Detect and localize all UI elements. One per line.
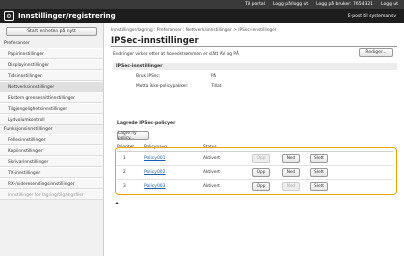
breadcrumb: Innstillinger/lagring : Preferanser : Ne…	[111, 28, 277, 33]
sidebar-item-tx[interactable]: TX-innstillinger	[0, 167, 103, 178]
top-bar: Til portal Logg på/logg ut Logg på bruke…	[0, 0, 404, 9]
page-title: IPSec-innstillinger	[111, 36, 199, 46]
receive-nonpolicy-value: Tillat	[211, 84, 222, 89]
use-ipsec-label: Bruk IPSec:	[136, 74, 161, 79]
portal-link[interactable]: Til portal	[245, 2, 265, 7]
ipsec-section-header: IPSec-innstillinger	[113, 63, 397, 70]
app-title: Innstillinger/registrering	[18, 12, 116, 20]
sidebar-item-time[interactable]: Tidsinnstillinger	[0, 70, 103, 81]
sidebar: Start enheten på nytt Preferanser Papiri…	[0, 23, 104, 256]
sidebar-item-volume[interactable]: Lydvolumkontroll	[0, 114, 103, 125]
sidebar-item-file-storage[interactable]: Innstillinger for lagring/tilgangsfiler	[0, 189, 103, 200]
edit-button[interactable]: Rediger...	[359, 48, 393, 57]
user-prefix: Logg på bruker:	[316, 2, 352, 7]
main-content: Innstillinger/lagring : Preferanser : Ne…	[111, 23, 401, 256]
sidebar-item-network[interactable]: Nettverksinnstillinger	[0, 81, 103, 92]
restart-button[interactable]: Start enheten på nytt	[6, 27, 97, 36]
app-header: ⚙ Innstillinger/registrering E-post til …	[0, 9, 404, 23]
sidebar-item-copy[interactable]: Kopiinnstillinger	[0, 145, 103, 156]
title-divider	[111, 46, 397, 47]
policies-section-header: Lagrede IPSec-policyer	[113, 120, 397, 127]
logout-short-link[interactable]: Logg ut	[381, 2, 398, 7]
restart-notice: Endringer virker etter at hovedstrømmen …	[113, 52, 239, 57]
sidebar-item-common[interactable]: Fellesinnstillinger	[0, 134, 103, 145]
sidebar-item-external-interface[interactable]: Ekstern grensesnittinnstillinger	[0, 92, 103, 103]
add-policy-button[interactable]: Lagre ny policy...	[117, 131, 149, 141]
user-id: 7654321	[353, 2, 374, 7]
use-ipsec-value: På	[211, 74, 217, 79]
sidebar-section-functions: Funksjonsinnstillinger	[4, 127, 53, 132]
sidebar-section-preferences: Preferanser	[4, 41, 30, 46]
sidebar-item-paper[interactable]: Papirinnstillinger	[0, 48, 103, 59]
settings-icon: ⚙	[4, 11, 14, 21]
user-label: Logg på bruker: 7654321	[316, 2, 373, 7]
sidebar-item-display[interactable]: Displayinnstillinger	[0, 59, 103, 70]
back-to-top-icon[interactable]: ⏶	[115, 201, 119, 207]
logout-link[interactable]: Logg på/logg ut	[273, 2, 308, 7]
receive-nonpolicy-label: Motta ikke-policypakker:	[136, 84, 189, 89]
policy-list-highlight	[115, 147, 397, 195]
mail-admin-link[interactable]: E-post til systemansv	[348, 14, 396, 19]
sidebar-item-rx[interactable]: RX-/videresendingsinnstillinger	[0, 178, 103, 189]
sidebar-item-accessibility[interactable]: Tilgjengelighetsinnstillinger	[0, 103, 103, 114]
sidebar-item-printer[interactable]: Skrivarinnstillinger	[0, 156, 103, 167]
